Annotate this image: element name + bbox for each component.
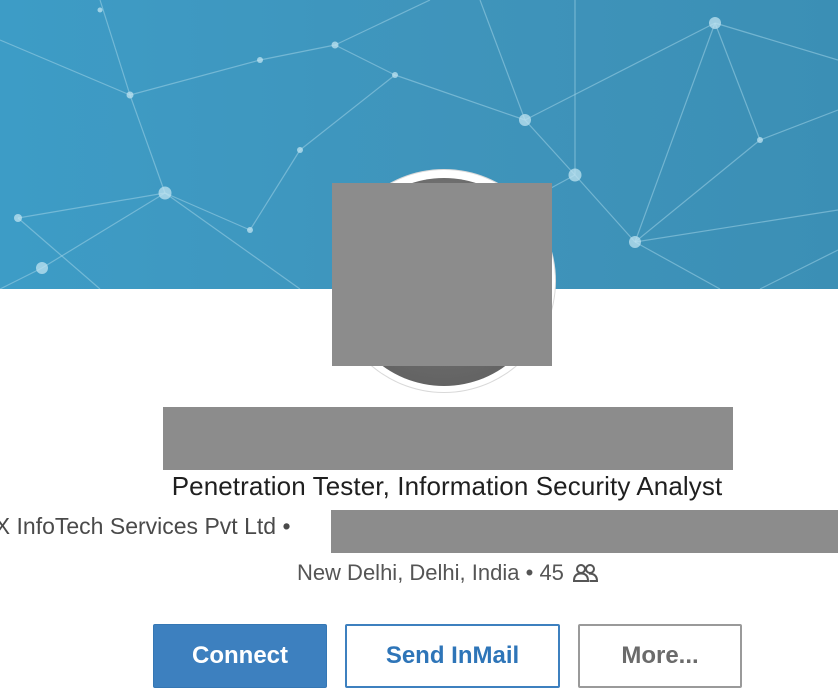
redacted-photo-block xyxy=(332,183,552,366)
redacted-education-block xyxy=(331,510,838,553)
location-text: New Delhi, Delhi, India xyxy=(296,560,520,585)
redacted-name-block xyxy=(163,407,733,470)
location-separator: • xyxy=(525,560,534,585)
send-inmail-button[interactable]: Send InMail xyxy=(345,624,560,688)
profile-headline: Penetration Tester, Information Security… xyxy=(171,471,723,501)
connections-icon xyxy=(573,560,599,592)
company-name[interactable]: oX InfoTech Services Pvt Ltd xyxy=(0,513,276,539)
connect-button[interactable]: Connect xyxy=(153,624,327,688)
profile-card: Penetration Tester, Information Security… xyxy=(0,0,838,700)
company-line: oX InfoTech Services Pvt Ltd • xyxy=(0,510,291,542)
location-line: New Delhi, Delhi, India • 45 xyxy=(0,557,838,592)
company-separator: • xyxy=(282,513,291,539)
connections-count[interactable]: 45 xyxy=(539,560,563,585)
more-actions-button[interactable]: More... xyxy=(578,624,742,688)
